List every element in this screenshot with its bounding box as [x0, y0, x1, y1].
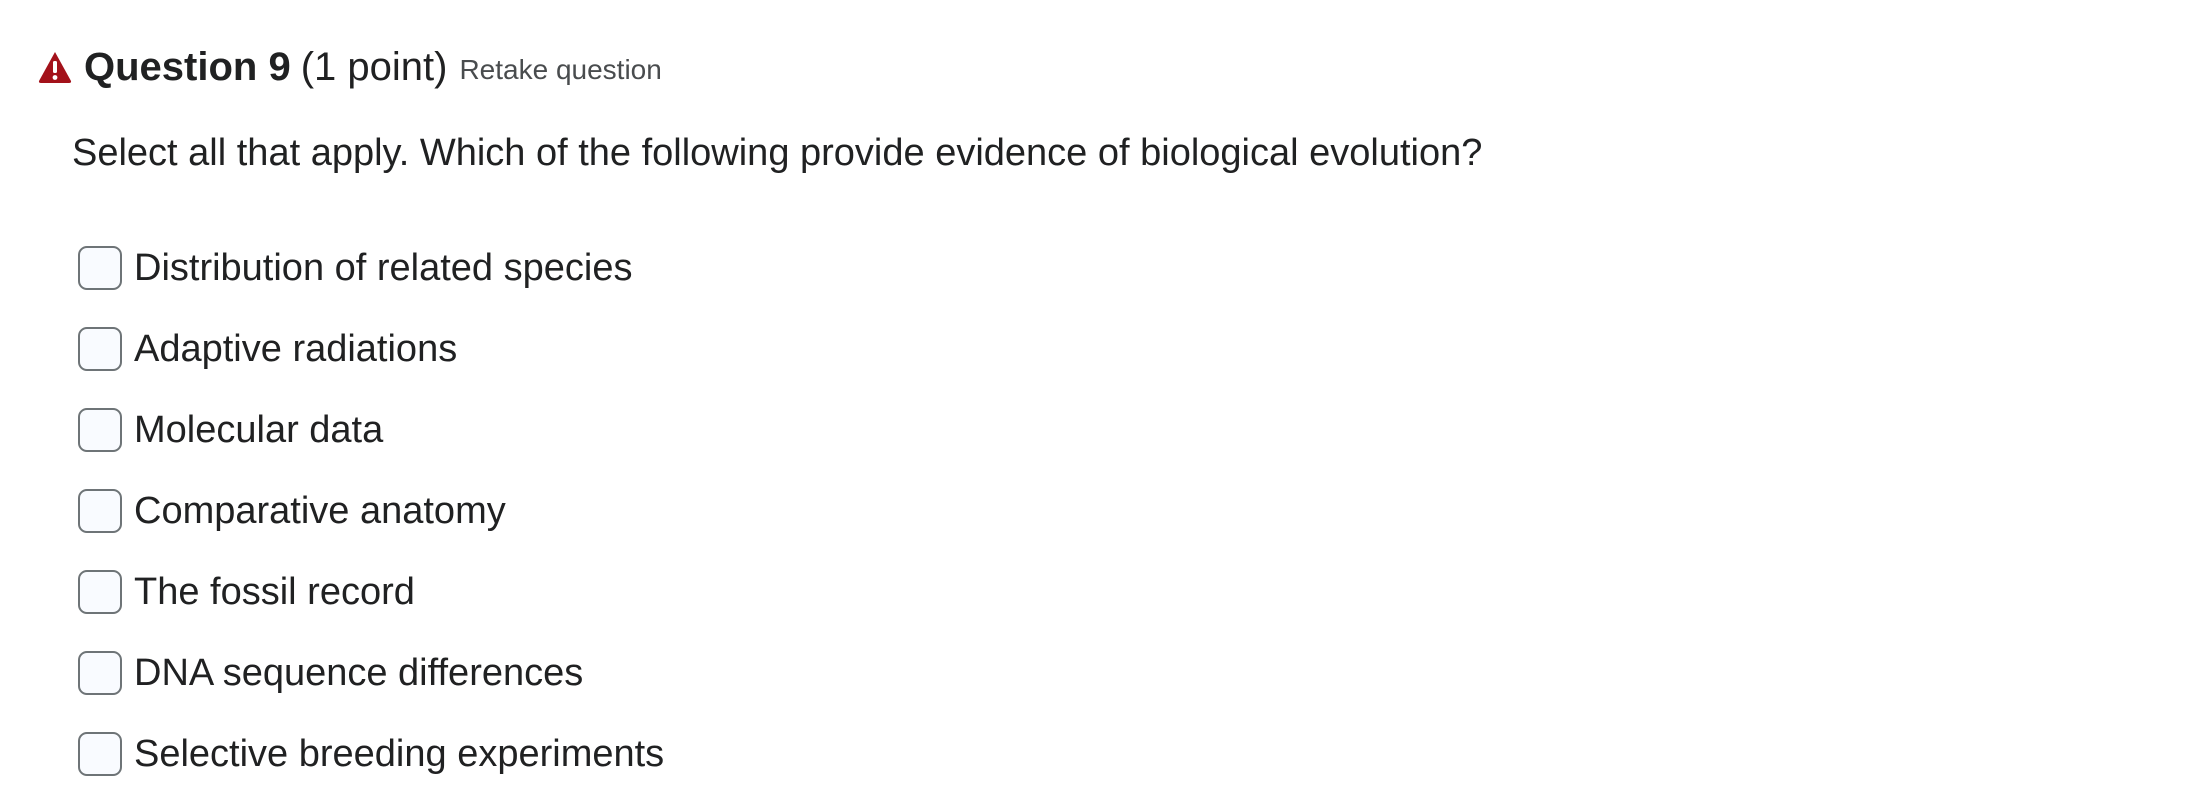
- option-label: Distribution of related species: [134, 246, 633, 289]
- question-title: Question 9: [84, 44, 291, 89]
- checkbox[interactable]: [78, 327, 122, 371]
- checkbox[interactable]: [78, 246, 122, 290]
- option-label: The fossil record: [134, 570, 415, 613]
- option-the-fossil-record[interactable]: The fossil record: [78, 564, 664, 620]
- option-label: DNA sequence differences: [134, 651, 584, 694]
- option-label: Selective breeding experiments: [134, 732, 665, 775]
- checkbox[interactable]: [78, 408, 122, 452]
- quiz-question: Question 9 (1 point) Retake question Sel…: [0, 0, 2207, 794]
- question-prompt: Select all that apply. Which of the foll…: [72, 132, 1483, 174]
- option-comparative-anatomy[interactable]: Comparative anatomy: [78, 483, 664, 539]
- option-dna-sequence-differences[interactable]: DNA sequence differences: [78, 645, 664, 701]
- option-label: Molecular data: [134, 408, 384, 451]
- question-header: Question 9 (1 point) Retake question: [38, 40, 662, 94]
- checkbox[interactable]: [78, 489, 122, 533]
- option-label: Adaptive radiations: [134, 327, 458, 370]
- checkbox[interactable]: [78, 651, 122, 695]
- option-label: Comparative anatomy: [134, 489, 506, 532]
- checkbox[interactable]: [78, 732, 122, 776]
- option-adaptive-radiations[interactable]: Adaptive radiations: [78, 321, 664, 377]
- warning-icon: [38, 52, 72, 83]
- option-molecular-data[interactable]: Molecular data: [78, 402, 664, 458]
- option-distribution-of-related-species[interactable]: Distribution of related species: [78, 240, 664, 296]
- answer-options: Distribution of related species Adaptive…: [78, 240, 664, 807]
- checkbox[interactable]: [78, 570, 122, 614]
- option-selective-breeding-experiments[interactable]: Selective breeding experiments: [78, 726, 664, 782]
- retake-question-link[interactable]: Retake question: [459, 54, 661, 86]
- question-points: (1 point): [300, 44, 448, 89]
